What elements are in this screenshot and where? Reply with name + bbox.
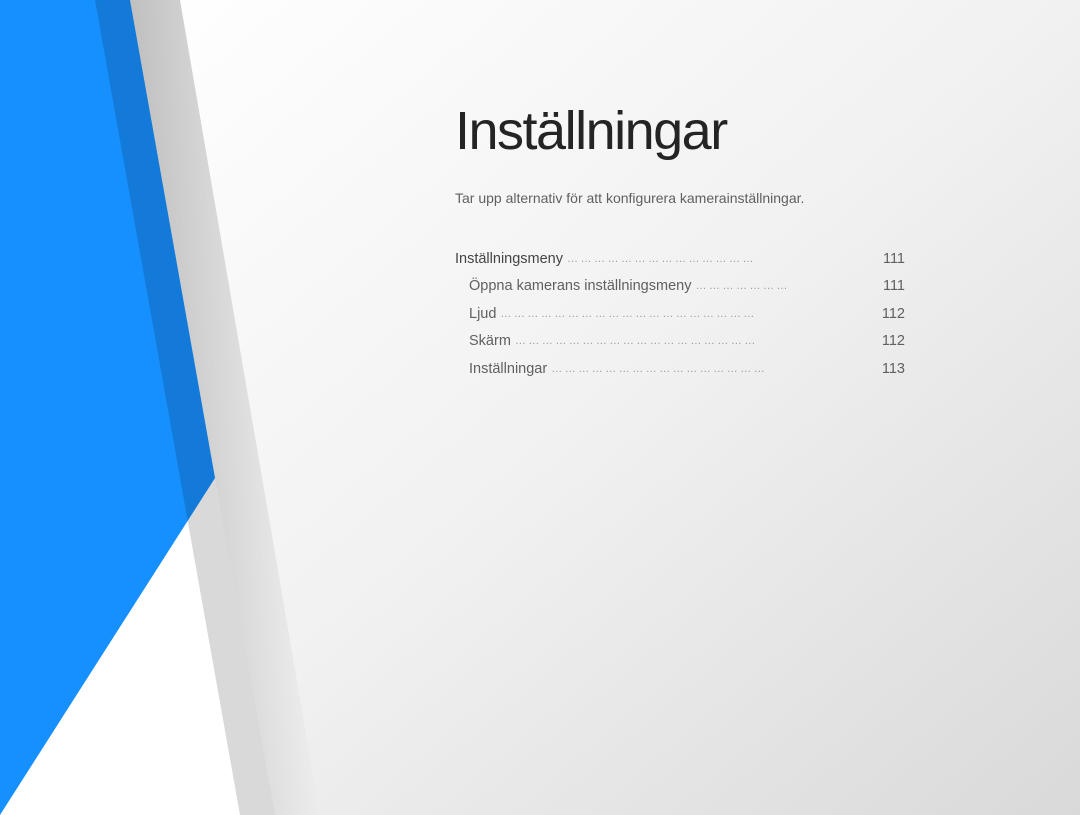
table-of-contents: Inställningsmeny …………………………………… 111 Öppn… (455, 251, 905, 378)
toc-page-number: 113 (882, 361, 905, 378)
toc-sub-entry[interactable]: Skärm ……………………………………………… 112 (455, 333, 905, 350)
toc-label: Inställningar (469, 361, 547, 378)
page-title: Inställningar (455, 100, 975, 162)
toc-main-entry[interactable]: Inställningsmeny …………………………………… 111 (455, 251, 905, 268)
toc-page-number: 111 (883, 251, 905, 268)
toc-leader: …………………………………… (563, 253, 883, 266)
page-subtitle: Tar upp alternativ för att konfigurera k… (455, 190, 975, 206)
toc-label: Öppna kamerans inställningsmeny (469, 278, 691, 295)
toc-leader: ………………………………………… (547, 363, 882, 376)
toc-page-number: 112 (882, 333, 905, 350)
toc-label: Ljud (469, 306, 496, 323)
toc-label: Skärm (469, 333, 511, 350)
toc-page-number: 112 (882, 306, 905, 323)
page-content: Inställningar Tar upp alternativ för att… (455, 100, 975, 388)
toc-label: Inställningsmeny (455, 251, 563, 268)
toc-sub-entry[interactable]: Ljud ………………………………………………… 112 (455, 306, 905, 323)
toc-leader: ………………… (691, 280, 883, 293)
toc-leader: ………………………………………………… (496, 308, 881, 321)
toc-sub-entry[interactable]: Inställningar ………………………………………… 113 (455, 361, 905, 378)
toc-sub-entry[interactable]: Öppna kamerans inställningsmeny ………………… … (455, 278, 905, 295)
toc-page-number: 111 (883, 278, 905, 295)
toc-leader: ……………………………………………… (511, 335, 882, 348)
